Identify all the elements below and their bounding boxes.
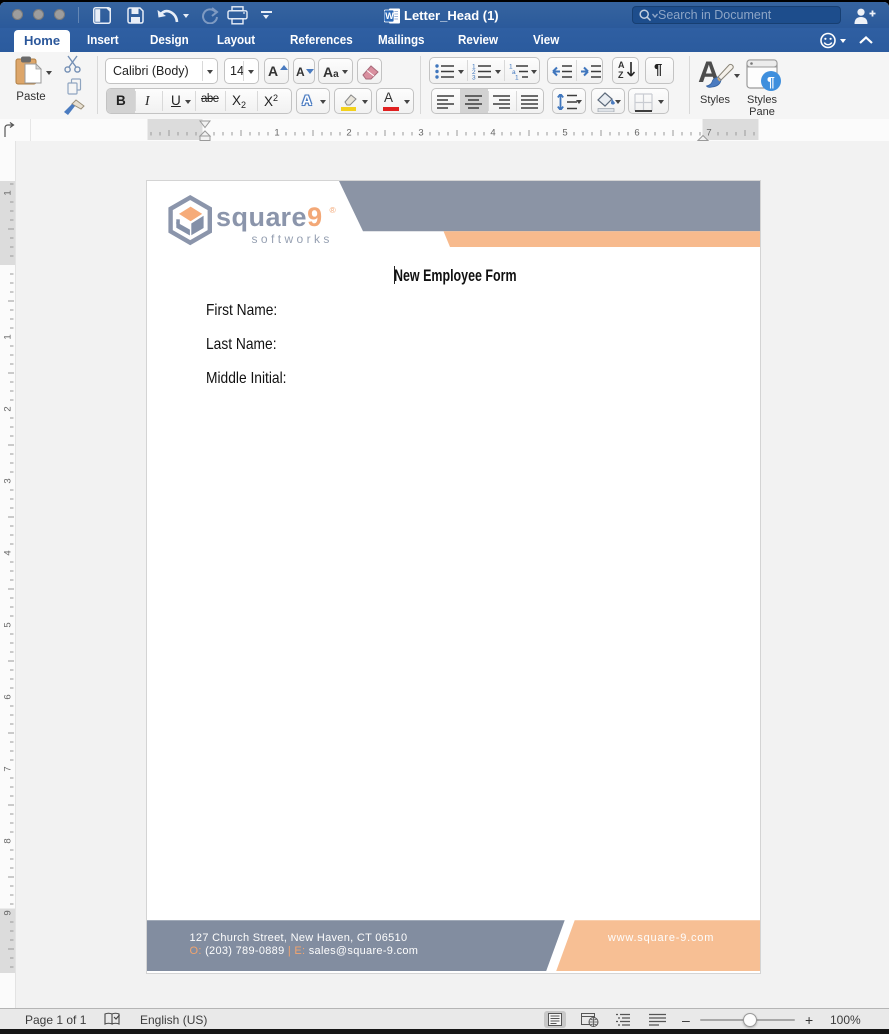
- svg-text:1: 1: [274, 128, 279, 139]
- svg-text:4: 4: [490, 128, 495, 139]
- svg-text:W: W: [385, 11, 394, 21]
- svg-text:3: 3: [418, 128, 423, 139]
- svg-text:5: 5: [562, 128, 567, 139]
- svg-text:3: 3: [3, 478, 14, 483]
- svg-text:6: 6: [3, 694, 14, 699]
- svg-text:1: 1: [3, 190, 14, 195]
- svg-text:4: 4: [3, 550, 14, 555]
- svg-text:2: 2: [3, 406, 14, 411]
- svg-text:7: 7: [706, 128, 711, 139]
- svg-text:6: 6: [634, 128, 639, 139]
- svg-text:8: 8: [3, 838, 14, 843]
- svg-text:9: 9: [3, 910, 14, 915]
- svg-text:3: 3: [472, 75, 476, 81]
- svg-text:5: 5: [3, 622, 14, 627]
- svg-text:1: 1: [3, 334, 14, 339]
- svg-text:¶: ¶: [767, 74, 775, 90]
- svg-text:2: 2: [346, 128, 351, 139]
- svg-text:7: 7: [3, 766, 14, 771]
- svg-text:1: 1: [515, 75, 519, 81]
